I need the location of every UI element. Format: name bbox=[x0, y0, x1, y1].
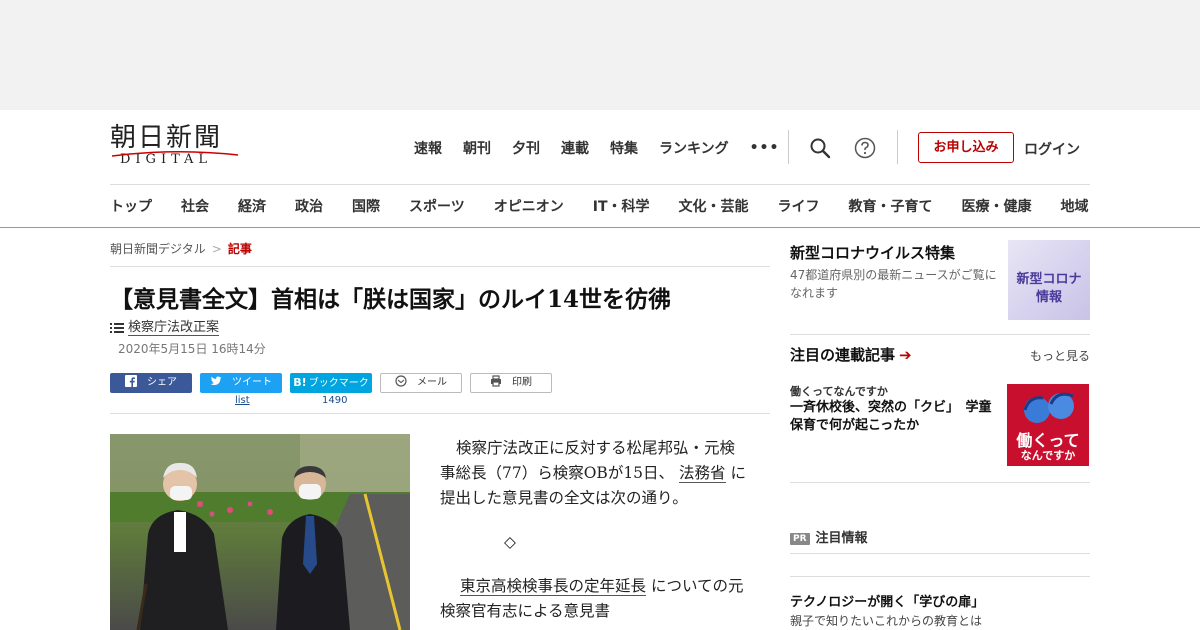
print-button[interactable]: 印刷 bbox=[470, 373, 552, 393]
more-menu-icon[interactable]: ••• bbox=[750, 140, 780, 156]
article-headline: 【意見書全文】首相は「朕は国家」のルイ14世を彷彿 bbox=[110, 286, 672, 313]
extension-link[interactable]: 東京高検検事長の定年延長 bbox=[460, 577, 647, 596]
covid-banner-text: 新型コロナ bbox=[1016, 272, 1082, 287]
section-tab-society[interactable]: 社会 bbox=[181, 196, 209, 216]
pr-heading: PR 注目情報 bbox=[790, 527, 868, 546]
divider bbox=[790, 576, 1090, 577]
topnav-item-features[interactable]: 特集 bbox=[610, 138, 638, 158]
divider bbox=[790, 482, 1090, 483]
twitter-share-button[interactable]: ツイート bbox=[200, 373, 282, 393]
section-tab-life[interactable]: ライフ bbox=[778, 196, 820, 216]
more-link[interactable]: もっと見る bbox=[1030, 347, 1090, 364]
topic-tag-label: 検察庁法改正案 bbox=[128, 320, 220, 336]
series-article-title[interactable]: 一斉休校後、突然の「クビ」 学童保育で何が起こったか bbox=[790, 399, 1002, 435]
arrow-right-icon: ➔ bbox=[899, 346, 912, 364]
section-tab-education[interactable]: 教育・子育て bbox=[849, 196, 933, 216]
series-thumb-text: なんですか bbox=[1020, 449, 1076, 462]
topnav-item-evening[interactable]: 夕刊 bbox=[512, 138, 540, 158]
help-icon[interactable] bbox=[853, 136, 877, 160]
section-tab-economy[interactable]: 経済 bbox=[238, 196, 266, 216]
section-tab-international[interactable]: 国際 bbox=[352, 196, 380, 216]
divider bbox=[790, 334, 1090, 335]
article-body: 検察庁法改正に反対する松尾邦弘・元検事総長（77）ら検察OBが15日、 法務省 … bbox=[440, 436, 750, 630]
mail-share-button[interactable]: メール bbox=[380, 373, 462, 393]
hatena-bookmark-count[interactable]: 1490 bbox=[322, 395, 347, 406]
breadcrumb: 朝日新聞デジタル > 記事 bbox=[110, 240, 252, 257]
header-divider bbox=[788, 130, 789, 164]
ministry-link[interactable]: 法務省 bbox=[678, 464, 726, 483]
section-divider-diamond: ◇ bbox=[504, 533, 516, 551]
mail-share-label: メール bbox=[417, 377, 447, 388]
series-kicker: 働くってなんですか bbox=[790, 385, 888, 398]
section-tab-opinion[interactable]: オピニオン bbox=[494, 196, 564, 216]
section-tab-top[interactable]: トップ bbox=[110, 196, 152, 216]
ad-banner-area bbox=[0, 0, 1200, 110]
hatena-icon: B! bbox=[293, 376, 307, 389]
covid-feature-title[interactable]: 新型コロナウイルス特集 bbox=[790, 242, 955, 263]
faces-illustration bbox=[1023, 392, 1074, 423]
series-heading[interactable]: 注目の連載記事 ➔ bbox=[790, 344, 912, 365]
article-paragraph: 検察庁法改正に反対する松尾邦弘・元検事総長（77）ら検察OBが15日、 法務省 … bbox=[440, 436, 750, 511]
facebook-share-label: シェア bbox=[147, 377, 177, 388]
header-divider bbox=[897, 130, 898, 164]
section-tab-health[interactable]: 医療・健康 bbox=[962, 196, 1032, 216]
hatena-bookmark-label: ブックマーク bbox=[308, 378, 369, 389]
topnav-item-series[interactable]: 連載 bbox=[561, 138, 589, 158]
header-divider-line bbox=[110, 184, 1090, 185]
pr-article-title[interactable]: テクノロジーが開く「学びの扉」 bbox=[790, 591, 984, 610]
divider bbox=[110, 266, 770, 267]
divider bbox=[110, 413, 770, 414]
divider bbox=[790, 553, 1090, 554]
pr-article-subtitle: 親子で知りたいこれからの教育とは bbox=[790, 614, 983, 628]
series-thumbnail[interactable]: 働くって なんですか bbox=[1007, 384, 1089, 466]
topic-tag[interactable]: 検察庁法改正案 bbox=[110, 316, 220, 336]
topnav-item-ranking[interactable]: ランキング bbox=[659, 138, 729, 158]
topnav-item-breaking[interactable]: 速報 bbox=[414, 138, 442, 158]
covid-feature-banner[interactable]: 新型コロナ 情報 bbox=[1008, 240, 1090, 320]
covid-feature-description: 47都道府県別の最新ニュースがご覧になれます bbox=[790, 268, 997, 300]
mail-icon bbox=[395, 375, 407, 387]
section-tab-politics[interactable]: 政治 bbox=[295, 196, 323, 216]
facebook-share-button[interactable]: シェア bbox=[110, 373, 192, 393]
list-icon bbox=[110, 322, 124, 333]
section-nav: トップ 社会 経済 政治 国際 スポーツ オピニオン IT・科学 文化・芸能 ラ… bbox=[110, 196, 1118, 216]
section-tab-it-science[interactable]: IT・科学 bbox=[593, 196, 650, 216]
apply-button[interactable]: お申し込み bbox=[918, 132, 1014, 163]
site-logo[interactable]: 朝日新聞 DIGITAL bbox=[110, 124, 242, 170]
breadcrumb-separator: > bbox=[211, 242, 222, 256]
article-photo[interactable] bbox=[110, 434, 410, 630]
twitter-count-link[interactable]: list bbox=[235, 395, 250, 406]
article-paragraph: 東京高検検事長の定年延長 についての元検察官有志による意見書 bbox=[440, 574, 750, 624]
section-tab-culture[interactable]: 文化・芸能 bbox=[679, 196, 749, 216]
section-tab-local[interactable]: 地域 bbox=[1061, 196, 1089, 216]
publish-date: 2020年5月15日 16時14分 bbox=[118, 342, 266, 356]
topnav-item-morning[interactable]: 朝刊 bbox=[463, 138, 491, 158]
pr-badge: PR bbox=[790, 533, 810, 545]
logo-swoosh bbox=[111, 151, 239, 157]
breadcrumb-current: 記事 bbox=[227, 242, 252, 256]
breadcrumb-home[interactable]: 朝日新聞デジタル bbox=[110, 242, 206, 256]
paragraph-indent bbox=[440, 577, 460, 595]
facebook-icon bbox=[125, 375, 137, 387]
print-label: 印刷 bbox=[512, 377, 532, 388]
top-nav: 速報 朝刊 夕刊 連載 特集 ランキング ••• bbox=[414, 138, 800, 158]
section-tab-sports[interactable]: スポーツ bbox=[409, 196, 465, 216]
search-icon[interactable] bbox=[808, 136, 832, 160]
hatena-bookmark-button[interactable]: B! ブックマーク bbox=[290, 373, 372, 393]
site-header: 朝日新聞 DIGITAL 速報 朝刊 夕刊 連載 特集 ランキング ••• お申… bbox=[0, 110, 1200, 228]
logo-kanji: 朝日新聞 bbox=[110, 123, 223, 153]
printer-icon bbox=[491, 375, 501, 387]
twitter-share-label: ツイート bbox=[232, 377, 272, 388]
series-heading-label: 注目の連載記事 bbox=[790, 346, 896, 364]
login-link[interactable]: ログイン bbox=[1024, 139, 1080, 159]
covid-banner-text: 情報 bbox=[1035, 290, 1062, 305]
twitter-icon bbox=[210, 376, 222, 386]
pr-heading-label: 注目情報 bbox=[815, 531, 868, 546]
